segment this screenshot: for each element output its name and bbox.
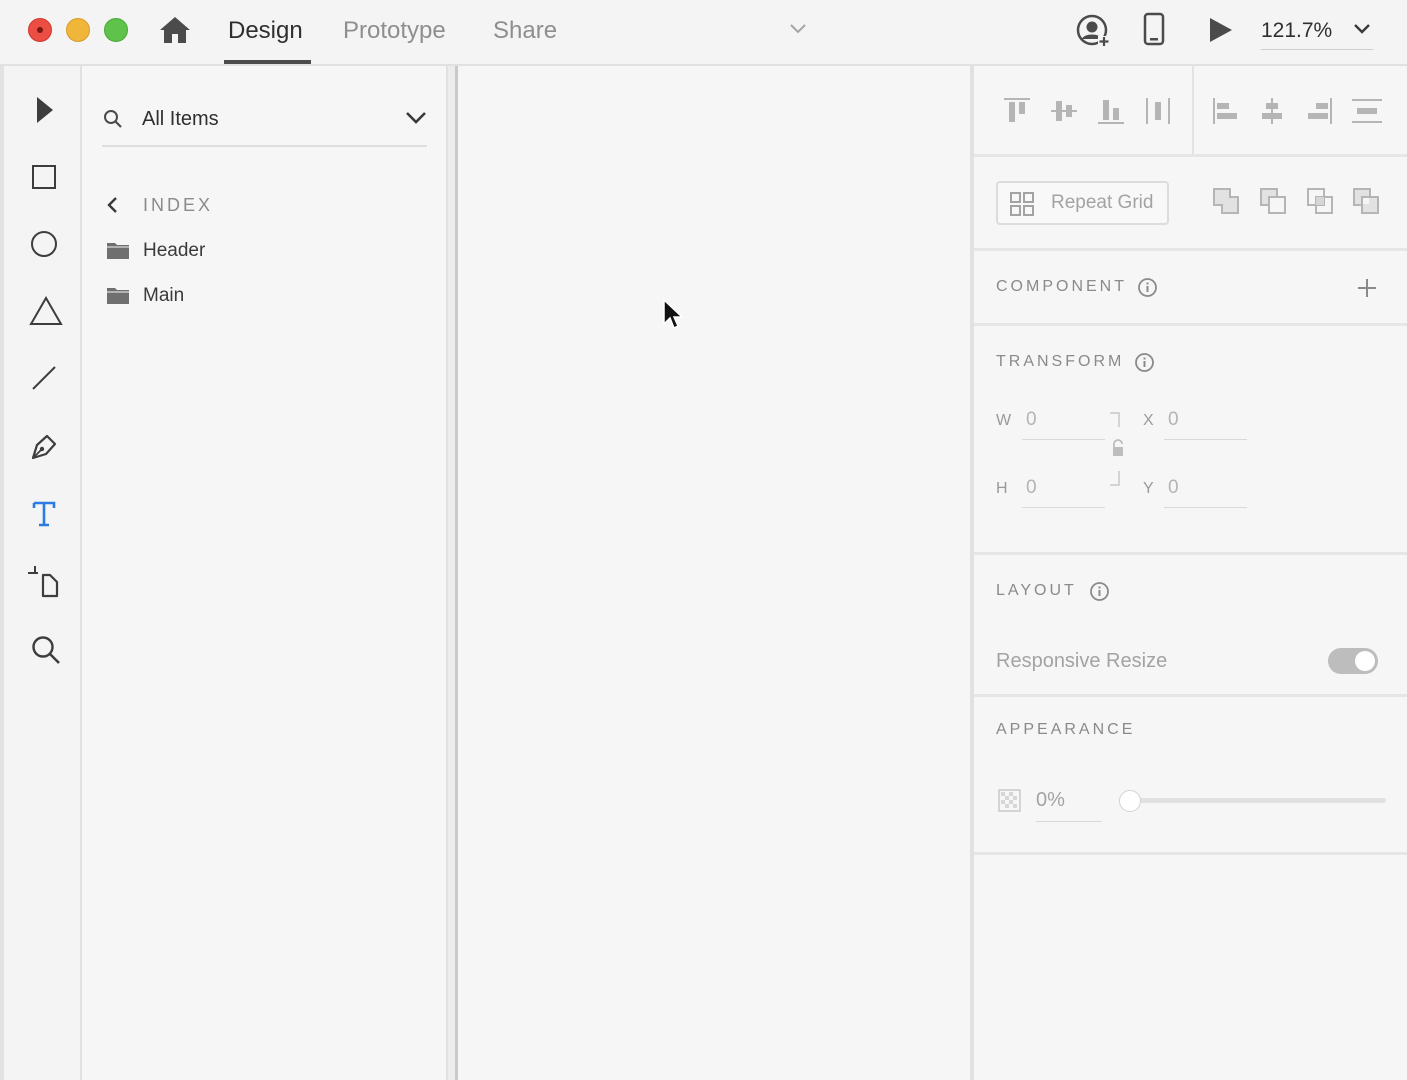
boolean-intersect-icon[interactable] [1306, 187, 1334, 220]
width-field[interactable]: 0 [1026, 408, 1037, 432]
opacity-field[interactable]: 0% [1036, 787, 1065, 813]
tab-share[interactable]: Share [493, 14, 557, 48]
x-field[interactable]: 0 [1168, 408, 1179, 432]
chevron-left-icon[interactable] [106, 196, 120, 219]
section-divider [974, 323, 1407, 326]
responsive-resize-toggle[interactable] [1328, 648, 1378, 674]
x-label: X [1143, 412, 1154, 429]
layers-filter-label: All Items [142, 108, 219, 130]
section-divider [974, 552, 1407, 555]
toggle-knob [1355, 651, 1375, 671]
zoom-chevron-down-icon[interactable] [1353, 22, 1371, 41]
align-right-icon[interactable] [1304, 96, 1334, 131]
width-underline [1022, 439, 1105, 440]
height-underline [1022, 507, 1105, 508]
pen-tool-icon[interactable] [24, 426, 64, 466]
search-icon [102, 108, 124, 135]
layer-name: Header [143, 240, 206, 261]
layout-section-title: LAYOUT [996, 582, 1077, 599]
opacity-checker-icon [998, 789, 1021, 817]
y-underline [1164, 507, 1247, 508]
x-underline [1164, 439, 1247, 440]
opacity-slider-track[interactable] [1130, 798, 1386, 803]
select-tool-icon[interactable] [24, 90, 64, 130]
boolean-exclude-icon[interactable] [1352, 187, 1380, 220]
align-bottom-icon[interactable] [1096, 96, 1126, 131]
section-divider [974, 852, 1407, 855]
mobile-preview-icon[interactable] [1143, 12, 1165, 51]
design-canvas[interactable] [458, 66, 970, 1080]
property-inspector: Repeat Grid COMPONENT TRANSFORM W 0 H 0 [974, 66, 1407, 1080]
repeat-grid-icon [1009, 191, 1035, 222]
opacity-slider-knob[interactable] [1119, 790, 1141, 812]
document-menu-chevron-icon[interactable] [789, 22, 807, 36]
window-minimize-button[interactable] [66, 18, 90, 42]
distribute-vertical-icon[interactable] [1351, 96, 1383, 131]
user-invite-icon[interactable] [1076, 12, 1112, 53]
artboard-tool-icon[interactable] [24, 562, 64, 602]
chevron-down-icon[interactable] [405, 110, 427, 131]
transform-section-title: TRANSFORM [996, 353, 1125, 370]
layer-name: Main [143, 285, 185, 306]
window-maximize-button[interactable] [104, 18, 128, 42]
folder-icon [106, 286, 130, 311]
folder-icon [106, 241, 130, 266]
width-label: W [996, 412, 1012, 429]
align-center-icon[interactable] [1257, 96, 1287, 131]
add-component-icon[interactable] [1356, 277, 1378, 304]
align-left-icon[interactable] [1211, 96, 1241, 131]
title-bar: Design Prototype Share 121.7% [0, 0, 1407, 66]
line-tool-icon[interactable] [24, 358, 64, 398]
play-icon[interactable] [1206, 16, 1234, 49]
text-tool-icon[interactable] [24, 494, 64, 534]
info-icon[interactable] [1134, 352, 1155, 378]
layers-panel-resize-handle[interactable] [446, 66, 458, 1080]
boolean-subtract-icon[interactable] [1259, 187, 1287, 220]
info-icon[interactable] [1137, 277, 1158, 303]
home-icon[interactable] [158, 14, 192, 46]
boolean-add-icon[interactable] [1212, 187, 1240, 220]
breadcrumb-label: INDEX [143, 195, 214, 215]
repeat-grid-button[interactable]: Repeat Grid [996, 181, 1169, 225]
y-field[interactable]: 0 [1168, 476, 1179, 500]
window-close-button[interactable] [28, 18, 52, 42]
zoom-level[interactable]: 121.7% [1261, 14, 1332, 48]
tab-prototype[interactable]: Prototype [343, 14, 446, 48]
appearance-section-title: APPEARANCE [996, 721, 1136, 738]
zoom-tool-icon[interactable] [26, 630, 66, 670]
align-top-icon[interactable] [1002, 96, 1032, 131]
distribute-horizontal-icon[interactable] [1143, 96, 1173, 131]
tab-design[interactable]: Design [228, 14, 303, 48]
info-icon[interactable] [1089, 581, 1110, 607]
section-divider [974, 248, 1407, 251]
tool-bar [0, 66, 82, 1080]
align-separator [1192, 66, 1194, 154]
ellipse-tool-icon[interactable] [24, 224, 64, 264]
height-label: H [996, 480, 1008, 497]
rectangle-tool-icon[interactable] [24, 157, 64, 197]
component-section-title: COMPONENT [996, 278, 1127, 295]
lock-aspect-icon[interactable] [1108, 411, 1124, 492]
opacity-underline [1036, 821, 1102, 822]
repeat-grid-label: Repeat Grid [1051, 192, 1154, 213]
zoom-underline [1261, 49, 1373, 50]
height-field[interactable]: 0 [1026, 476, 1037, 500]
layers-filter[interactable]: All Items [102, 102, 427, 147]
align-middle-icon[interactable] [1049, 96, 1079, 131]
layers-panel: All Items INDEX Header Main [82, 66, 446, 1080]
section-divider [974, 694, 1407, 697]
polygon-tool-icon[interactable] [26, 291, 66, 331]
responsive-resize-label: Responsive Resize [996, 650, 1168, 672]
mouse-cursor-icon [661, 298, 685, 339]
active-tab-indicator [224, 60, 311, 64]
y-label: Y [1143, 480, 1154, 497]
section-divider [974, 154, 1407, 157]
